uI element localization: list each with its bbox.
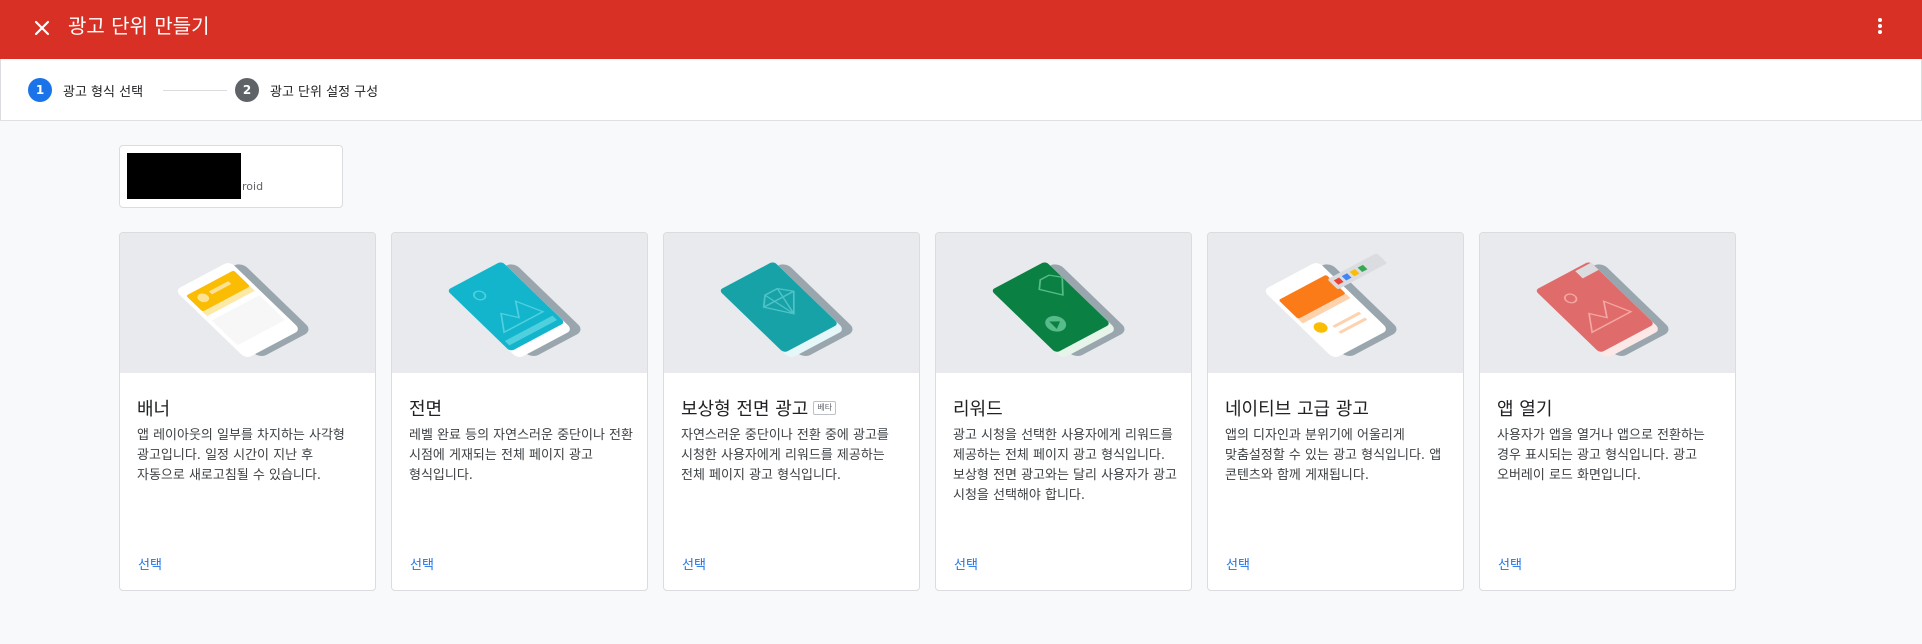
ad-format-description: 사용자가 앱을 열거나 앱으로 전환하는 경우 표시되는 광고 형식입니다. 광…: [1497, 428, 1705, 483]
app-name-redacted: [127, 153, 241, 199]
beta-badge: 베타: [813, 401, 837, 415]
ad-format-title: 보상형 전면 광고 베타: [681, 395, 837, 421]
more-vert-icon: [1878, 18, 1882, 34]
ad-format-card-app-open[interactable]: 앱 열기 사용자가 앱을 열거나 앱으로 전환하는 경우 표시되는 광고 형식입…: [1479, 232, 1736, 591]
step-select-format[interactable]: 1 광고 형식 선택: [28, 78, 143, 102]
banner-illustration-icon: [177, 263, 308, 357]
native-illustration-icon: [1265, 253, 1396, 357]
ad-format-card-rewarded-interstitial[interactable]: 보상형 전면 광고 베타 자연스러운 중단이나 전환 중에 광고를 시청한 사용자…: [663, 232, 920, 591]
ad-format-description: 자연스러운 중단이나 전환 중에 광고를 시청한 사용자에게 리워드를 제공하는…: [681, 428, 889, 483]
ad-format-title: 배너: [137, 395, 170, 421]
ad-format-title-text: 리워드: [953, 399, 1003, 420]
select-button[interactable]: 선택: [674, 550, 714, 577]
ad-format-description: 앱 레이아웃의 일부를 차지하는 사각형 광고입니다. 일정 시간이 지난 후 …: [137, 428, 345, 483]
ad-format-title: 네이티브 고급 광고: [1225, 395, 1369, 421]
step-number-badge: 1: [28, 78, 52, 102]
app-open-illustration: [1480, 233, 1735, 373]
step-connector: [163, 90, 227, 91]
app-open-illustration-icon: [1536, 262, 1668, 357]
close-button[interactable]: [28, 14, 56, 42]
stepper: 1 광고 형식 선택 2 광고 단위 설정 구성: [0, 59, 1922, 121]
interstitial-illustration: [392, 233, 647, 373]
ad-format-description: 레벨 완료 등의 자연스러운 중단이나 전환 시점에 게재되는 전체 페이지 광…: [409, 428, 633, 483]
ad-format-card-banner[interactable]: 배너 앱 레이아웃의 일부를 차지하는 사각형 광고입니다. 일정 시간이 지난…: [119, 232, 376, 591]
select-button[interactable]: 선택: [1218, 550, 1258, 577]
interstitial-illustration-icon: [448, 262, 580, 357]
ad-format-description: 광고 시청을 선택한 사용자에게 리워드를 제공하는 전체 페이지 광고 형식입…: [953, 428, 1177, 503]
select-button[interactable]: 선택: [402, 550, 442, 577]
select-button[interactable]: 선택: [946, 550, 986, 577]
ad-format-card-rewarded[interactable]: 리워드 광고 시청을 선택한 사용자에게 리워드를 제공하는 전체 페이지 광고…: [935, 232, 1192, 591]
app-platform-text: roid: [242, 180, 264, 193]
ad-format-title-text: 보상형 전면 광고: [681, 399, 809, 420]
rewarded-interstitial-illustration: [664, 233, 919, 373]
select-button[interactable]: 선택: [130, 550, 170, 577]
diamond-illustration-icon: [720, 262, 852, 357]
selected-app-chip[interactable]: roid: [119, 145, 343, 208]
top-app-bar: 광고 단위 만들기: [0, 0, 1922, 59]
ad-format-description: 앱의 디자인과 분위기에 어울리게 맞춤설정할 수 있는 광고 형식입니다. 앱…: [1225, 428, 1442, 483]
page-title: 광고 단위 만들기: [68, 14, 210, 38]
select-button[interactable]: 선택: [1490, 550, 1530, 577]
step-label: 광고 단위 설정 구성: [270, 84, 379, 100]
step-label: 광고 형식 선택: [63, 84, 144, 100]
step-number-badge: 2: [235, 78, 259, 102]
ad-format-title: 리워드: [953, 395, 1003, 421]
close-icon: [34, 20, 50, 36]
native-illustration: [1208, 233, 1463, 373]
ad-format-title-text: 배너: [137, 399, 171, 420]
rewarded-illustration-icon: [992, 262, 1124, 357]
ad-format-title: 앱 열기: [1497, 395, 1552, 421]
step-configure-settings[interactable]: 2 광고 단위 설정 구성: [235, 78, 378, 102]
more-options-button[interactable]: [1868, 14, 1892, 38]
ad-format-title: 전면: [409, 395, 442, 421]
ad-format-title-text: 네이티브 고급 광고: [1225, 399, 1369, 420]
ad-format-card-native[interactable]: 네이티브 고급 광고 앱의 디자인과 분위기에 어울리게 맞춤설정할 수 있는 …: [1207, 232, 1464, 591]
rewarded-illustration: [936, 233, 1191, 373]
ad-format-title-text: 앱 열기: [1497, 399, 1553, 420]
ad-format-card-interstitial[interactable]: 전면 레벨 완료 등의 자연스러운 중단이나 전환 시점에 게재되는 전체 페이…: [391, 232, 648, 591]
ad-format-title-text: 전면: [409, 399, 443, 420]
banner-illustration: [120, 233, 375, 373]
